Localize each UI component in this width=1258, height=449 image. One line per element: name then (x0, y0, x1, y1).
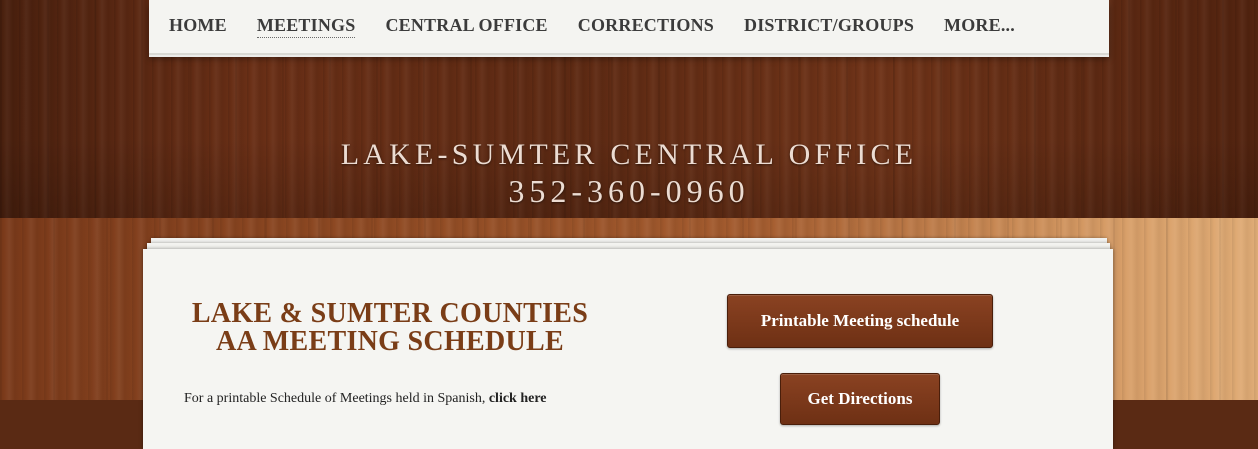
site-phone: 352-360-0960 (508, 173, 750, 209)
spanish-schedule-link[interactable]: click here (489, 391, 547, 406)
spanish-schedule-label: For a printable Schedule of Meetings hel… (184, 391, 489, 406)
nav-item-corrections[interactable]: CORRECTIONS (578, 15, 714, 38)
nav-item-home[interactable]: HOME (169, 15, 227, 38)
page-title-line2: AA MEETING SCHEDULE (216, 326, 564, 357)
site-title: LAKE-SUMTER CENTRAL OFFICE (340, 138, 918, 171)
nav-list: HOME MEETINGS CENTRAL OFFICE CORRECTIONS… (169, 15, 1045, 38)
printable-schedule-button[interactable]: Printable Meeting schedule (727, 294, 993, 348)
page-title-line1: LAKE & SUMTER COUNTIES (191, 298, 589, 329)
nav-item-central-office[interactable]: CENTRAL OFFICE (385, 15, 547, 38)
site-header: LAKE-SUMTER CENTRAL OFFICE 352-360-0960 (0, 138, 1258, 210)
page-title: LAKE & SUMTER COUNTIES AA MEETING SCHEDU… (190, 300, 590, 356)
nav-item-more[interactable]: MORE... (944, 15, 1015, 38)
main-nav: HOME MEETINGS CENTRAL OFFICE CORRECTIONS… (149, 0, 1109, 53)
nav-item-meetings[interactable]: MEETINGS (256, 15, 356, 38)
nav-item-district-groups[interactable]: DISTRICT/GROUPS (744, 15, 914, 38)
spanish-schedule-text: For a printable Schedule of Meetings hel… (184, 391, 624, 407)
get-directions-button[interactable]: Get Directions (780, 373, 940, 425)
